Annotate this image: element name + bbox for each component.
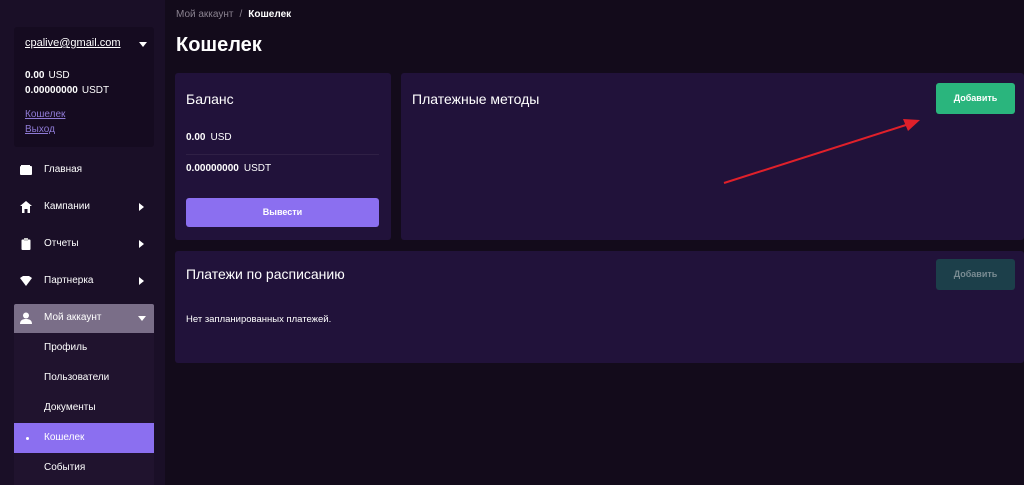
balance-usd-currency: USD — [210, 132, 232, 143]
chevron-right-icon — [139, 240, 144, 248]
sidebar-subitem-label: Документы — [44, 402, 96, 413]
sidebar-balance-usdt-amount: 0.00000000 — [25, 85, 78, 96]
sidebar: cpalive@gmail.com 0.00 USD 0.00000000 USDT… — [0, 0, 165, 485]
scheduled-payments-card: Платежи по расписанию Добавить Нет запла… — [175, 251, 1024, 363]
active-dot-icon — [26, 437, 29, 440]
payment-methods-card: Платежные методы Добавить — [401, 73, 1024, 240]
sidebar-subitem-documents[interactable]: Документы — [14, 393, 154, 423]
sidebar-item-campaigns[interactable]: Кампании — [14, 193, 154, 221]
sidebar-item-partners[interactable]: Партнерка — [14, 267, 154, 295]
clipboard-icon — [21, 238, 31, 250]
sidebar-item-my-account[interactable]: Мой аккаунт — [14, 304, 154, 333]
chevron-right-icon — [139, 277, 144, 285]
breadcrumb-separator: / — [239, 9, 243, 20]
empty-state-text: Нет запланированных платежей. — [186, 314, 332, 325]
sidebar-subitem-events[interactable]: События — [14, 453, 154, 483]
balance-usdt: 0.00000000 USDT — [186, 163, 271, 174]
account-summary: cpalive@gmail.com 0.00 USD 0.00000000 USDT… — [14, 27, 154, 147]
sidebar-item-label: Кампании — [44, 201, 90, 212]
breadcrumb-current: Кошелек — [248, 9, 292, 20]
scheduled-payments-title: Платежи по расписанию — [186, 266, 345, 282]
page-title: Кошелек — [176, 34, 262, 56]
card-icon — [20, 165, 32, 175]
diamond-icon — [20, 276, 32, 286]
sidebar-subitem-users[interactable]: Пользователи — [14, 363, 154, 393]
breadcrumb: Мой аккаунт / Кошелек — [176, 9, 291, 20]
divider — [186, 154, 379, 155]
sidebar-balance-usdt: 0.00000000 USDT — [25, 85, 109, 96]
breadcrumb-parent[interactable]: Мой аккаунт — [176, 9, 233, 20]
sidebar-item-label: Главная — [44, 164, 83, 175]
balance-usd-amount: 0.00 — [186, 132, 206, 143]
sidebar-subitem-label: События — [44, 462, 86, 473]
sidebar-item-home[interactable]: Главная — [14, 156, 154, 184]
sidebar-subitem-profile[interactable]: Профиль — [14, 333, 154, 363]
balance-usdt-amount: 0.00000000 — [186, 163, 239, 174]
sidebar-balance-usd-amount: 0.00 — [25, 70, 45, 81]
sidebar-item-reports[interactable]: Отчеты — [14, 230, 154, 258]
sidebar-balance-usd: 0.00 USD — [25, 70, 70, 81]
sidebar-item-label: Мой аккаунт — [44, 312, 102, 323]
sidebar-balance-usd-currency: USD — [48, 70, 70, 81]
chevron-down-icon — [138, 316, 146, 321]
chevron-down-icon[interactable] — [139, 42, 147, 47]
sidebar-subitem-label: Кошелек — [44, 432, 85, 443]
account-email[interactable]: cpalive@gmail.com — [25, 37, 121, 49]
chevron-right-icon — [139, 203, 144, 211]
balance-card-title: Баланс — [186, 91, 234, 107]
sidebar-subitem-wallet[interactable]: Кошелек — [14, 423, 154, 453]
payment-methods-title: Платежные методы — [412, 91, 540, 107]
sidebar-item-label: Партнерка — [44, 275, 94, 286]
add-payment-method-button[interactable]: Добавить — [936, 83, 1015, 114]
account-submenu: Профиль Пользователи Документы Кошелек С… — [14, 333, 154, 485]
logout-link[interactable]: Выход — [25, 124, 55, 135]
balance-usd: 0.00 USD — [186, 132, 232, 143]
account-dropdown[interactable]: cpalive@gmail.com — [25, 37, 147, 53]
sidebar-subitem-label: Пользователи — [44, 372, 110, 383]
balance-card: Баланс 0.00 USD 0.00000000 USDT Вывести — [175, 73, 391, 240]
wallet-link[interactable]: Кошелек — [25, 109, 65, 120]
withdraw-button[interactable]: Вывести — [186, 198, 379, 227]
balance-usdt-currency: USDT — [243, 163, 272, 174]
user-icon — [20, 312, 32, 324]
sidebar-subitem-label: Профиль — [44, 342, 88, 353]
sidebar-balance-usdt-currency: USDT — [81, 85, 110, 96]
sidebar-item-label: Отчеты — [44, 238, 79, 249]
add-scheduled-payment-button[interactable]: Добавить — [936, 259, 1015, 290]
home-icon — [20, 201, 32, 213]
